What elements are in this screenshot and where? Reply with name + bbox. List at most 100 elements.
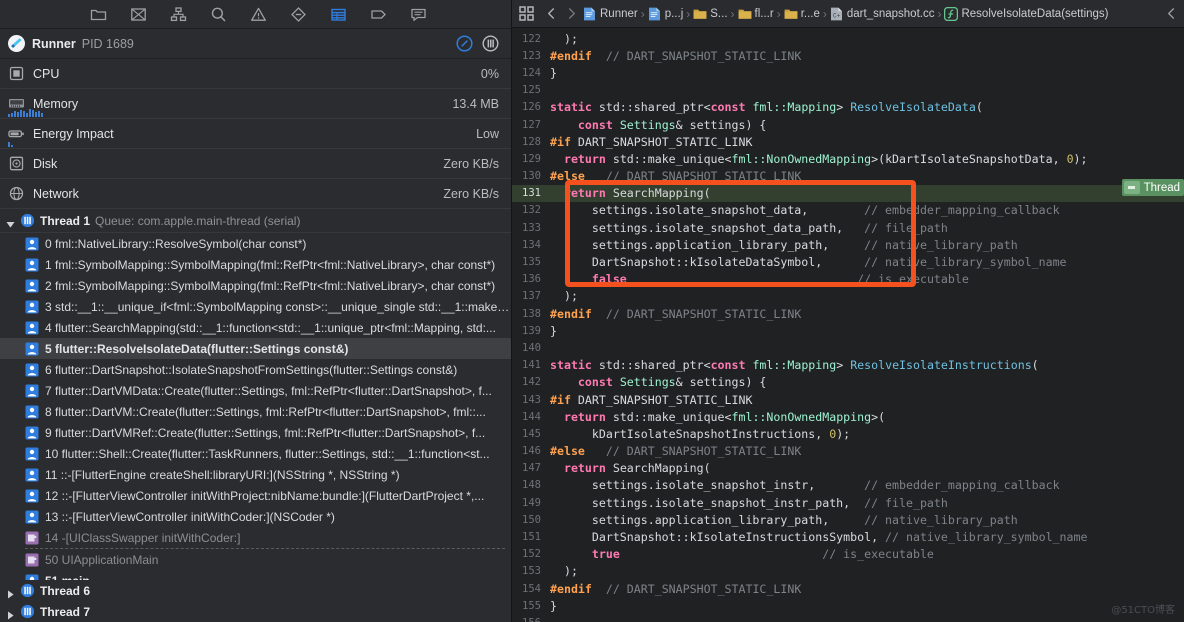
breadcrumb-item[interactable]: r...e	[784, 7, 820, 21]
line-number[interactable]: 143	[512, 394, 550, 406]
chevron-left-icon[interactable]	[543, 5, 560, 22]
breadcrumb-trailing-chevron-icon[interactable]	[1163, 5, 1180, 22]
code-line[interactable]: 147 return SearchMapping(	[512, 460, 1184, 477]
line-number[interactable]: 138	[512, 308, 550, 320]
debug-navigator-icon[interactable]	[330, 5, 348, 23]
stack-frame-row[interactable]: 5 flutter::ResolveIsolateData(flutter::S…	[0, 338, 511, 359]
code-line[interactable]: 153 );	[512, 563, 1184, 580]
line-number[interactable]: 130	[512, 170, 550, 182]
code-line[interactable]: 155}	[512, 597, 1184, 614]
line-number[interactable]: 137	[512, 290, 550, 302]
code-line[interactable]: 136 false // is_executable	[512, 271, 1184, 288]
search-icon[interactable]	[210, 5, 228, 23]
code-line[interactable]: 154 #endif // DART_SNAPSHOT_STATIC_LINK	[512, 580, 1184, 597]
code-line[interactable]: 133 settings.isolate_snapshot_data_path,…	[512, 219, 1184, 236]
chevron-right-icon[interactable]	[6, 586, 15, 599]
gauge-row-memory[interactable]: Memory 13.4 MB	[0, 89, 511, 119]
code-line[interactable]: 142 const Settings& settings) {	[512, 374, 1184, 391]
code-line[interactable]: 125	[512, 82, 1184, 99]
stack-frame-row[interactable]: 14 -[UIClassSwapper initWithCoder:]	[0, 527, 511, 548]
stack-frame-row[interactable]: 8 flutter::DartVM::Create(flutter::Setti…	[0, 401, 511, 422]
line-number[interactable]: 153	[512, 565, 550, 577]
code-line[interactable]: 124}	[512, 64, 1184, 81]
breadcrumb-item[interactable]: ResolveIsolateData(settings)	[944, 6, 1109, 21]
line-number[interactable]: 152	[512, 548, 550, 560]
code-line[interactable]: 150 settings.application_library_path, /…	[512, 511, 1184, 528]
line-number[interactable]: 150	[512, 514, 550, 526]
line-number[interactable]: 142	[512, 376, 550, 388]
folder-icon[interactable]	[90, 5, 108, 23]
process-row[interactable]: Runner PID 1689	[0, 29, 511, 59]
source-control-icon[interactable]	[130, 5, 148, 23]
code-line[interactable]: 137 );	[512, 288, 1184, 305]
line-number[interactable]: 133	[512, 222, 550, 234]
line-number[interactable]: 128	[512, 136, 550, 148]
line-number[interactable]: 132	[512, 204, 550, 216]
breadcrumb-item[interactable]: p...j	[648, 7, 683, 21]
line-number[interactable]: 122	[512, 33, 550, 45]
code-line[interactable]: 128 #if DART_SNAPSHOT_STATIC_LINK	[512, 133, 1184, 150]
code-line[interactable]: 131 return SearchMapping(	[512, 184, 1184, 202]
breadcrumb-item[interactable]: Runner	[583, 7, 638, 21]
chevron-down-icon[interactable]	[6, 216, 15, 228]
code-line[interactable]: 140	[512, 339, 1184, 356]
stack-frame-row[interactable]: 12 ::-[FlutterViewController initWithPro…	[0, 485, 511, 506]
stack-frame-row[interactable]: 7 flutter::DartVMData::Create(flutter::S…	[0, 380, 511, 401]
stack-frame-row[interactable]: 11 ::-[FlutterEngine createShell:library…	[0, 464, 511, 485]
breadcrumb-item[interactable]: S...	[693, 7, 728, 21]
warning-triangle-icon[interactable]	[250, 5, 268, 23]
code-line[interactable]: 123 #endif // DART_SNAPSHOT_STATIC_LINK	[512, 47, 1184, 64]
code-area[interactable]: 122 ); 123 #endif // DART_SNAPSHOT_STATIC_…	[512, 28, 1184, 622]
line-number[interactable]: 141	[512, 359, 550, 371]
line-number[interactable]: 140	[512, 342, 550, 354]
stack-frame-row[interactable]: 50 UIApplicationMain	[0, 549, 511, 570]
code-line[interactable]: 139}	[512, 322, 1184, 339]
code-line[interactable]: 149 settings.isolate_snapshot_instr_path…	[512, 494, 1184, 511]
gauge-row-cpu[interactable]: CPU 0%	[0, 59, 511, 89]
breadcrumb-item[interactable]: fl...r	[738, 7, 774, 21]
pause-thread-button[interactable]	[482, 35, 499, 52]
status-badge[interactable]: Thread	[1121, 179, 1184, 196]
code-line[interactable]: 135 DartSnapshot::kIsolateDataSymbol, //…	[512, 253, 1184, 270]
breadcrumb-item[interactable]: C+ dart_snapshot.cc	[830, 7, 934, 21]
code-line[interactable]: 144 return std::make_unique<fml::NonOwne…	[512, 408, 1184, 425]
code-line[interactable]: 138 #endif // DART_SNAPSHOT_STATIC_LINK	[512, 305, 1184, 322]
line-number[interactable]: 151	[512, 531, 550, 543]
code-line[interactable]: 148 settings.isolate_snapshot_instr, // …	[512, 477, 1184, 494]
code-line[interactable]: 122 );	[512, 30, 1184, 47]
thread-group-header[interactable]: Thread 6	[0, 580, 511, 601]
line-number[interactable]: 123	[512, 50, 550, 62]
line-number[interactable]: 156	[512, 617, 550, 622]
stack-frame-row[interactable]: 3 std::__1::__unique_if<fml::SymbolMappi…	[0, 296, 511, 317]
stack-frame-row[interactable]: 4 flutter::SearchMapping(std::__1::funct…	[0, 317, 511, 338]
stack-frame-row[interactable]: 0 fml::NativeLibrary::ResolveSymbol(char…	[0, 233, 511, 254]
line-number[interactable]: 129	[512, 153, 550, 165]
line-number[interactable]: 145	[512, 428, 550, 440]
line-number[interactable]: 154	[512, 583, 550, 595]
code-line[interactable]: 130 #else // DART_SNAPSHOT_STATIC_LINK	[512, 168, 1184, 185]
stack-frame-row[interactable]: 1 fml::SymbolMapping::SymbolMapping(fml:…	[0, 254, 511, 275]
code-line[interactable]: 129 return std::make_unique<fml::NonOwne…	[512, 150, 1184, 167]
comment-bubble-icon[interactable]	[410, 5, 428, 23]
code-line[interactable]: 126 static std::shared_ptr<const fml::Map…	[512, 99, 1184, 116]
code-line[interactable]: 127 const Settings& settings) {	[512, 116, 1184, 133]
stack-frame-row[interactable]: 2 fml::SymbolMapping::SymbolMapping(fml:…	[0, 275, 511, 296]
code-line[interactable]: 145 kDartIsolateSnapshotInstructions, 0)…	[512, 425, 1184, 442]
line-number[interactable]: 131	[512, 187, 550, 199]
code-line[interactable]: 143 #if DART_SNAPSHOT_STATIC_LINK	[512, 391, 1184, 408]
line-number[interactable]: 124	[512, 67, 550, 79]
code-line[interactable]: 132 settings.isolate_snapshot_data, // e…	[512, 202, 1184, 219]
line-number[interactable]: 146	[512, 445, 550, 457]
code-line[interactable]: 151 DartSnapshot::kIsolateInstructionsSy…	[512, 528, 1184, 545]
line-number[interactable]: 139	[512, 325, 550, 337]
hierarchy-icon[interactable]	[170, 5, 188, 23]
line-number[interactable]: 149	[512, 497, 550, 509]
stack-frame-row[interactable]: 6 flutter::DartSnapshot::IsolateSnapshot…	[0, 359, 511, 380]
line-number[interactable]: 127	[512, 119, 550, 131]
chevron-right-icon[interactable]	[6, 607, 15, 620]
line-number[interactable]: 125	[512, 84, 550, 96]
stack-frame-row[interactable]: 13 ::-[FlutterViewController initWithCod…	[0, 506, 511, 527]
line-number[interactable]: 135	[512, 256, 550, 268]
line-number[interactable]: 134	[512, 239, 550, 251]
line-number[interactable]: 126	[512, 101, 550, 113]
